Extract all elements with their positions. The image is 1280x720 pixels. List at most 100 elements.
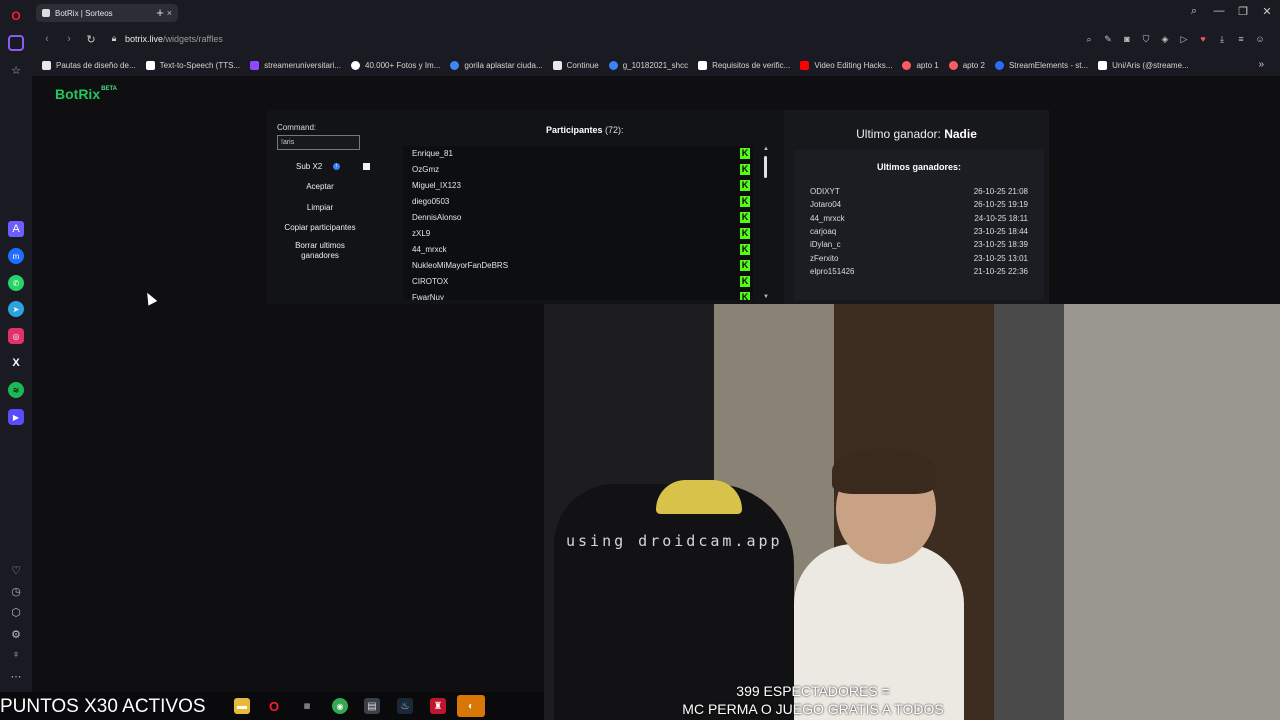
bookmark-item[interactable]: Text-to-Speech (TTS... <box>145 60 240 70</box>
tips-bulb-icon[interactable]: ♀ <box>8 647 24 663</box>
winner-date: 26-10-25 21:08 <box>973 187 1028 196</box>
chrome-taskbar-icon[interactable]: ◉ <box>332 698 348 714</box>
kick-platform-icon: K <box>740 260 750 271</box>
scroll-thumb[interactable] <box>764 156 767 178</box>
messenger-icon[interactable]: m <box>8 248 24 264</box>
winner-date: 23-10-25 13:01 <box>973 253 1028 263</box>
winner-date: 26-10-25 19:19 <box>973 200 1028 210</box>
maximize-icon[interactable]: ❐ <box>1234 5 1252 18</box>
url-field[interactable]: botrix.live/widgets/raffles <box>125 34 223 44</box>
bookmark-label: Video Editing Hacks... <box>814 60 893 70</box>
bookmark-item[interactable]: g_10182021_shcc <box>608 60 688 70</box>
participant-name: FwarNuy <box>412 293 445 300</box>
steam-taskbar-icon[interactable]: ♨ <box>397 698 413 714</box>
more-icon[interactable]: ⋯ <box>8 668 24 684</box>
kick-platform-icon: K <box>740 164 750 175</box>
home-icon[interactable] <box>8 35 24 51</box>
minimize-icon[interactable]: — <box>1210 5 1228 17</box>
bookmark-airbnb-icon <box>902 60 912 70</box>
botrix-logo[interactable]: BotRixBETA <box>55 86 117 102</box>
close-window-icon[interactable]: ✕ <box>1258 5 1276 18</box>
lock-icon: 🔒︎ <box>111 33 117 43</box>
camera-icon[interactable]: ◙ <box>1121 33 1133 45</box>
participants-list[interactable]: Enrique_81 K OzGmz K Miguel_IX123 Kdiego0503 K… <box>403 146 753 300</box>
vpn-icon[interactable]: ◈ <box>1159 33 1171 45</box>
sub-x2-row: Sub X2 i <box>277 162 372 172</box>
bookmark-airbnb-icon <box>948 60 958 70</box>
participant-name: diego0503 <box>412 197 450 206</box>
scroll-down-icon[interactable]: ▼ <box>762 294 770 300</box>
telegram-icon[interactable]: ➤ <box>8 301 24 317</box>
download-icon[interactable]: ⤓ <box>1216 33 1228 45</box>
bookmark-item[interactable]: apto 2 <box>948 60 985 70</box>
reload-icon[interactable]: ↻ <box>84 33 98 46</box>
file-explorer-icon[interactable]: ▬ <box>234 698 250 714</box>
back-icon[interactable]: ‹ <box>40 33 54 45</box>
copy-participants-button[interactable]: Copiar participantes <box>277 223 363 232</box>
opera-logo-icon[interactable]: O <box>8 8 24 24</box>
history-icon[interactable]: ◷ <box>8 583 24 599</box>
forward-icon[interactable]: › <box>62 33 76 45</box>
bookmark-label: Pautas de diseño de... <box>56 60 136 70</box>
info-icon[interactable]: i <box>333 163 340 170</box>
bookmark-item[interactable]: StreamElements - st... <box>994 60 1088 70</box>
search-icon[interactable]: ⌕ <box>1083 33 1095 45</box>
new-tab-button[interactable]: + <box>152 5 168 21</box>
bookmark-item[interactable]: 40.000+ Fotos y Im... <box>351 60 440 70</box>
bookmark-item[interactable]: Video Editing Hacks... <box>800 60 893 70</box>
bookmark-item[interactable]: Continue <box>552 60 599 70</box>
scroll-up-icon[interactable]: ▲ <box>762 146 770 152</box>
bookmark-item[interactable]: Pautas de diseño de... <box>42 60 136 70</box>
recent-winner-row: ODIXYT 26-10-25 21:08 <box>810 187 1028 196</box>
bookmark-google-icon <box>450 60 460 70</box>
kick-platform-icon: K <box>740 180 750 191</box>
opera-taskbar-icon[interactable]: O <box>266 698 282 714</box>
sub-x2-checkbox[interactable] <box>363 163 370 170</box>
extensions-icon[interactable]: ⬡ <box>8 604 24 620</box>
clear-button[interactable]: Limpiar <box>277 203 363 212</box>
whatsapp-icon[interactable]: ✆ <box>8 275 24 291</box>
menu-icon[interactable]: ≡ <box>1235 33 1247 45</box>
x-twitter-icon[interactable]: X <box>8 355 24 371</box>
bookmark-label: Uni/Aris (@streame... <box>1112 60 1189 70</box>
points-banner: PUNTOS X30 ACTIVOS <box>0 696 206 717</box>
bookmarks-bar: Pautas de diseño de... Text-to-Speech (T… <box>32 54 1280 76</box>
recent-winner-row: carjoaq 23-10-25 18:44 <box>810 227 1028 236</box>
kick-platform-icon: K <box>740 292 750 300</box>
obs-taskbar-icon[interactable]: ◐ <box>457 695 485 717</box>
bookmark-item[interactable]: Uni/Aris (@streame... <box>1098 60 1189 70</box>
pinboard-icon[interactable]: ☆ <box>8 62 24 78</box>
settings-gear-icon[interactable]: ⚙ <box>8 626 24 642</box>
participants-scrollbar[interactable]: ▲ ▼ <box>762 146 770 300</box>
winner-name: Jotaro04 <box>810 200 842 210</box>
spotify-icon[interactable]: ≋ <box>8 382 24 398</box>
delete-winners-button[interactable]: Borrar ultimos ganadores <box>277 241 363 261</box>
favorite-heart-icon[interactable]: ♥ <box>1197 33 1209 45</box>
edit-icon[interactable]: ✎ <box>1102 33 1114 45</box>
bookmark-item[interactable]: streameruniversitari... <box>250 60 341 70</box>
winner-date: 24-10-25 18:11 <box>974 213 1028 223</box>
game-taskbar-icon[interactable]: ♜ <box>430 698 446 714</box>
bookmark-label: Requisitos de verific... <box>712 60 791 70</box>
participant-row: CIROTOX K <box>403 274 753 290</box>
command-input[interactable]: !aris <box>277 135 360 150</box>
bookmarks-more-icon[interactable]: » <box>1258 59 1264 70</box>
shield-icon[interactable]: ⛉ <box>1140 33 1152 45</box>
play-icon[interactable]: ▷ <box>1178 33 1190 45</box>
bookmark-item[interactable]: gorila aplastar ciuda... <box>450 60 543 70</box>
bookmark-item[interactable]: Requisitos de verific... <box>698 60 791 70</box>
accept-button[interactable]: Aceptar <box>277 182 363 191</box>
recent-winner-row: 44_mrxck 24-10-25 18:11 <box>810 214 1028 223</box>
aria-ai-icon[interactable]: A <box>8 221 24 237</box>
webcam-overlay: using droidcam.app <box>544 304 1280 720</box>
profile-icon[interactable]: ☺ <box>1254 33 1266 45</box>
calculator-taskbar-icon[interactable]: ▤ <box>364 698 380 714</box>
bookmark-item[interactable]: apto 1 <box>902 60 939 70</box>
winner-name: 44_mrxck <box>810 213 845 223</box>
search-tabs-icon[interactable]: ⌕ <box>1185 5 1203 18</box>
heart-icon[interactable]: ♡ <box>8 562 24 578</box>
app-taskbar-icon[interactable]: ▦ <box>299 698 315 714</box>
instagram-icon[interactable]: ◎ <box>8 328 24 344</box>
command-label: Command: <box>277 123 317 132</box>
player-icon[interactable]: ▶ <box>8 409 24 425</box>
